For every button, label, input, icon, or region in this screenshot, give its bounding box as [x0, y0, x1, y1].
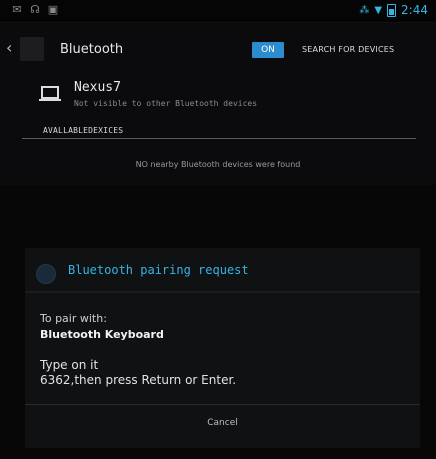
status-bar: ✉ ☊ ▣ ⁂ ▼ 2:44: [0, 0, 436, 23]
bluetooth-dialog-icon: [36, 264, 56, 284]
page-title: Bluetooth: [60, 42, 124, 57]
device-name[interactable]: Nexus7: [74, 80, 121, 95]
dialog-title: Bluetooth pairing request: [68, 263, 249, 277]
status-left-icons: ✉ ☊ ▣: [10, 4, 60, 16]
image-icon: ▣: [47, 3, 59, 16]
device-visibility-status[interactable]: Not visible to other Bluetooth devices: [74, 99, 257, 108]
available-devices-header: AVALLABLEDEXICES: [43, 126, 124, 135]
pair-device-name: Bluetooth Keyboard: [40, 328, 164, 341]
settings-app-icon[interactable]: [20, 37, 44, 61]
battery-icon: [387, 3, 397, 17]
instruction-line-2: 6362,then press Return or Enter.: [40, 373, 237, 387]
no-devices-message: NO nearby Bluetooth devices were found: [135, 160, 301, 169]
laptop-icon: [39, 86, 61, 101]
dialog-title-divider: [25, 291, 420, 293]
cancel-button[interactable]: Cancel: [25, 405, 420, 445]
headset-icon: ☊: [30, 3, 40, 16]
instruction-line-1: Type on it: [40, 358, 99, 372]
notification-icon: ✉: [12, 3, 22, 16]
action-bar: ‹ Bluetooth ON SEARCH FOR DEVICES: [0, 23, 436, 75]
status-right-icons: ⁂ ▼ 2:44: [359, 3, 428, 17]
bluetooth-icon: ⁂: [359, 4, 370, 16]
bluetooth-toggle[interactable]: ON: [252, 42, 284, 58]
pair-with-label: To pair with:: [40, 312, 107, 325]
clock: 2:44: [401, 3, 428, 17]
wifi-icon: ▼: [374, 4, 383, 16]
search-devices-button[interactable]: SEARCH FOR DEVICES: [302, 45, 394, 54]
section-divider: [22, 138, 416, 139]
back-arrow-icon[interactable]: ‹: [6, 39, 16, 57]
